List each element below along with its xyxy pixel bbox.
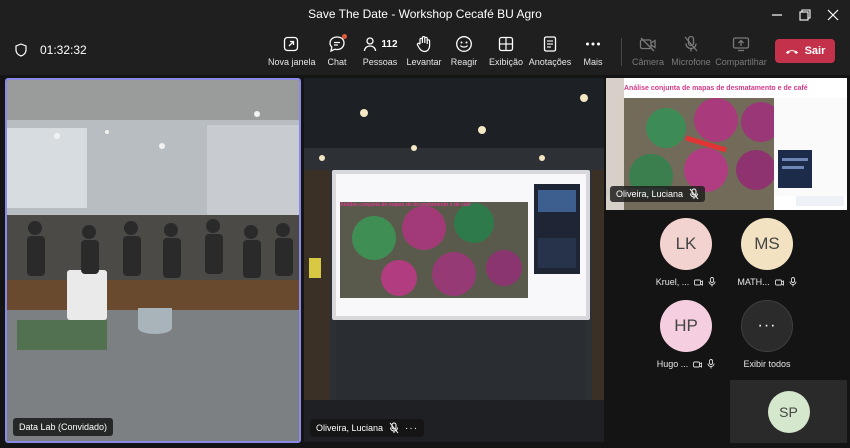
presenter-video-feed xyxy=(304,78,604,442)
mic-muted-icon xyxy=(689,188,699,200)
notes-label: Anotações xyxy=(528,57,572,67)
mic-off-icon xyxy=(684,35,698,52)
minimize-button[interactable] xyxy=(767,5,787,25)
raise-hand-icon xyxy=(416,36,431,53)
self-view-tile[interactable]: SP xyxy=(730,380,847,443)
shield-icon xyxy=(15,43,27,57)
camera-off-icon xyxy=(694,279,704,286)
participant-name: Kruel, ... xyxy=(655,277,690,287)
video-tile-data-lab[interactable]: Data Lab (Convidado) xyxy=(5,78,301,443)
camera-off-icon xyxy=(774,279,784,286)
shared-content-tile[interactable]: Análise conjunta de mapas de desmatament… xyxy=(606,78,847,210)
video-tile-oliveira[interactable]: Análise conjunta de mapas de desmatament… xyxy=(304,78,604,442)
participant-name-chip: Oliveira, Luciana xyxy=(610,186,706,202)
people-label: Pessoas xyxy=(362,57,398,67)
meeting-timer: 01:32:32 xyxy=(40,43,87,57)
grid-view-icon xyxy=(498,36,514,52)
camera-button[interactable]: Câmera xyxy=(630,34,666,72)
title-bar: Save The Date - Workshop Cecafé BU Agro xyxy=(0,0,850,30)
leave-button[interactable]: Sair xyxy=(775,39,835,63)
notes-icon xyxy=(543,36,557,52)
share-label: Compartilhar xyxy=(715,57,767,67)
new-window-label: Nova janela xyxy=(268,57,316,67)
mic-label: Microfone xyxy=(671,57,711,67)
hang-up-icon xyxy=(785,50,798,54)
raise-hand-button[interactable]: Levantar xyxy=(406,34,442,72)
toolbar-divider xyxy=(621,38,622,66)
participant-name-chip: Data Lab (Convidado) xyxy=(13,418,114,436)
participant-options-button[interactable]: ··· xyxy=(405,423,418,434)
restore-icon xyxy=(799,9,811,21)
room-video-feed xyxy=(7,80,299,441)
participant-tile[interactable]: HP Hugo ... xyxy=(650,300,722,369)
mic-muted-icon xyxy=(707,359,715,369)
people-icon xyxy=(364,37,377,52)
close-window-button[interactable] xyxy=(823,5,843,25)
participant-name-chip: Oliveira, Luciana ··· xyxy=(310,419,425,437)
mic-muted-icon xyxy=(389,422,399,434)
view-button[interactable]: Exibição xyxy=(488,34,524,72)
participant-tile[interactable]: LK Kruel, ... xyxy=(650,218,722,287)
participant-name: Hugo ... xyxy=(656,359,689,369)
camera-label: Câmera xyxy=(631,57,664,67)
meeting-toolbar: 01:32:32 Nova janela Chat 112 Pessoas Le… xyxy=(0,30,850,75)
emoji-icon xyxy=(456,36,472,52)
share-screen-icon xyxy=(732,37,750,52)
participant-name: Oliveira, Luciana xyxy=(616,189,684,199)
react-label: Reagir xyxy=(450,57,478,67)
leave-label: Sair xyxy=(804,45,826,57)
avatar: MS xyxy=(741,218,793,270)
close-icon xyxy=(827,9,839,21)
new-window-icon xyxy=(283,36,299,52)
slide-title-text: Análise conjunta de mapas de desmatament… xyxy=(340,202,472,208)
participant-tile[interactable]: MS MATH... xyxy=(731,218,803,287)
more-participants-icon: ··· xyxy=(741,300,793,352)
unread-dot xyxy=(342,34,347,39)
avatar: HP xyxy=(660,300,712,352)
people-count: 112 xyxy=(381,38,398,50)
mic-muted-icon xyxy=(789,277,797,287)
participant-name: Oliveira, Luciana xyxy=(316,423,384,433)
people-button[interactable]: 112 Pessoas xyxy=(362,34,398,72)
mic-muted-icon xyxy=(708,277,716,287)
participant-name: MATH... xyxy=(737,277,770,287)
maximize-button[interactable] xyxy=(795,5,815,25)
view-label: Exibição xyxy=(488,57,524,67)
camera-off-icon xyxy=(693,361,703,368)
react-button[interactable]: Reagir xyxy=(450,34,478,72)
more-label: Mais xyxy=(583,57,603,67)
more-button[interactable]: Mais xyxy=(580,34,606,72)
avatar: LK xyxy=(660,218,712,270)
see-all-label: Exibir todos xyxy=(743,359,791,369)
chat-label: Chat xyxy=(327,57,347,67)
window-title: Save The Date - Workshop Cecafé BU Agro xyxy=(308,7,542,21)
share-button[interactable]: Compartilhar xyxy=(714,34,768,72)
raise-hand-label: Levantar xyxy=(406,57,442,67)
notes-button[interactable]: Anotações xyxy=(528,34,572,72)
chat-button[interactable]: Chat xyxy=(322,34,352,72)
mic-button[interactable]: Microfone xyxy=(670,34,712,72)
self-avatar: SP xyxy=(767,390,810,433)
minimize-icon xyxy=(772,14,782,16)
participant-name: Data Lab (Convidado) xyxy=(19,422,108,432)
see-all-button[interactable]: ··· Exibir todos xyxy=(731,300,803,369)
new-window-button[interactable]: Nova janela xyxy=(268,34,316,72)
more-icon xyxy=(586,42,600,46)
camera-off-icon xyxy=(639,37,656,52)
